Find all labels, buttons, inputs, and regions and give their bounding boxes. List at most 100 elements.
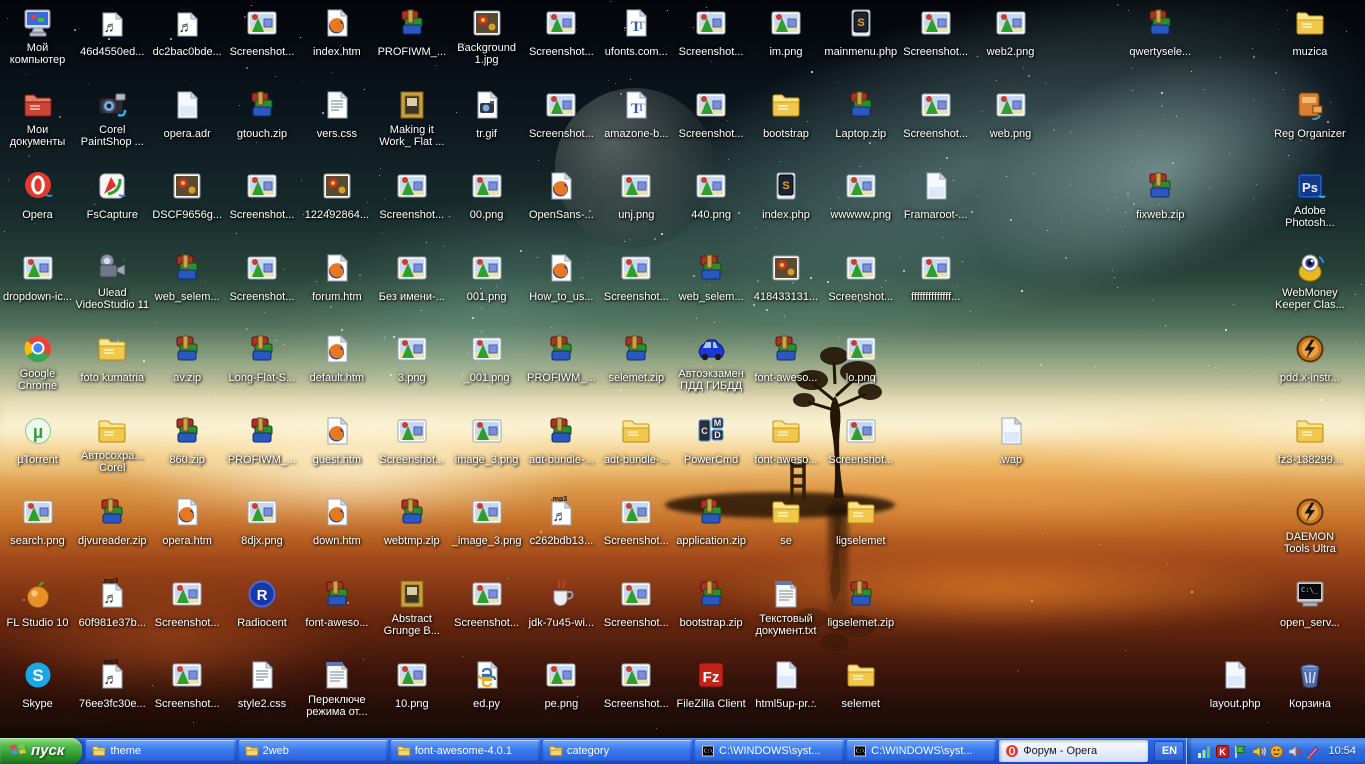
desktop-icon[interactable]: ligselemet.zip <box>823 577 898 656</box>
desktop-icon[interactable]: selemet.zip <box>599 332 674 411</box>
desktop-icon[interactable]: html5up-pr... <box>749 658 824 737</box>
desktop-icon[interactable]: CMDPowerCmd <box>674 414 749 493</box>
desktop-icon[interactable]: DAEMON Tools Ultra <box>1272 495 1347 574</box>
desktop-icon[interactable]: se <box>749 495 824 574</box>
desktop-icon[interactable]: ligselemet <box>823 495 898 574</box>
desktop-icon[interactable]: down.htm <box>299 495 374 574</box>
pen-icon[interactable] <box>1305 744 1320 759</box>
desktop-icon[interactable]: wwwww.png <box>823 169 898 248</box>
desktop-icon[interactable]: Screenshot... <box>823 251 898 330</box>
desktop-icon[interactable]: 001.png <box>449 251 524 330</box>
desktop-icon[interactable]: web_selem... <box>150 251 225 330</box>
start-button[interactable]: пуск <box>0 738 82 764</box>
desktop-icon[interactable]: index.htm <box>299 6 374 85</box>
desktop-icon[interactable]: FzFileZilla Client <box>674 658 749 737</box>
desktop-icon[interactable]: Переключе режима от... <box>299 658 374 737</box>
desktop-icon[interactable]: foto kumatria <box>75 332 150 411</box>
desktop-icon[interactable]: Framaroot-... <box>898 169 973 248</box>
desktop-icon[interactable]: web_selem... <box>674 251 749 330</box>
desktop-icon[interactable]: Screenshot... <box>898 6 973 85</box>
desktop-icon[interactable]: How_to_us... <box>524 251 599 330</box>
desktop-icon[interactable]: PROFIWM_... <box>374 6 449 85</box>
desktop-icon[interactable]: djvureader.zip <box>75 495 150 574</box>
desktop-icon[interactable]: adt-bundle-... <box>599 414 674 493</box>
desktop-icon[interactable]: 860.zip <box>150 414 225 493</box>
desktop-icon[interactable]: fixweb.zip <box>1123 169 1198 248</box>
taskbar-task-button[interactable]: C:\C:\WINDOWS\syst... <box>847 740 996 762</box>
desktop-icon[interactable]: Screenshot... <box>599 658 674 737</box>
desktop-icon[interactable]: Screenshot... <box>674 88 749 167</box>
desktop-icon[interactable]: default.htm <box>299 332 374 411</box>
desktop-icon[interactable]: 440.png <box>674 169 749 248</box>
desktop-icon[interactable]: forum.htm <box>299 251 374 330</box>
signal-bars-icon[interactable] <box>1197 744 1212 759</box>
desktop-icon[interactable]: web.png <box>973 88 1048 167</box>
desktop-icon[interactable]: Screenshot... <box>674 6 749 85</box>
desktop-icon[interactable]: unj.png <box>599 169 674 248</box>
desktop-icon[interactable]: Screenshot... <box>225 6 300 85</box>
desktop-icon[interactable]: application.zip <box>674 495 749 574</box>
desktop-icon[interactable]: bootstrap.zip <box>674 577 749 656</box>
desktop-icon[interactable]: fz3-138299... <box>1272 414 1347 493</box>
desktop-icon[interactable]: search.png <box>0 495 75 574</box>
desktop-icon[interactable]: Corel PaintShop ... <box>75 88 150 167</box>
desktop-icon[interactable]: Screenshot... <box>449 577 524 656</box>
desktop-icon[interactable]: _image_3.png <box>449 495 524 574</box>
desktop-icon[interactable]: 10.png <box>374 658 449 737</box>
desktop-icon[interactable]: OpenSans-... <box>524 169 599 248</box>
mute-icon[interactable] <box>1287 744 1302 759</box>
desktop-icon[interactable]: FsCapture <box>75 169 150 248</box>
desktop-icon[interactable]: Screenshot... <box>374 169 449 248</box>
desktop-icon[interactable]: font-aweso... <box>299 577 374 656</box>
desktop-icon[interactable]: lo.png <box>823 332 898 411</box>
desktop-icon[interactable]: Laptop.zip <box>823 88 898 167</box>
desktop-icon[interactable]: opera.htm <box>150 495 225 574</box>
desktop-icon[interactable]: bootstrap <box>749 88 824 167</box>
volume-icon[interactable] <box>1251 744 1266 759</box>
desktop-icon[interactable]: selemet <box>823 658 898 737</box>
desktop-icon[interactable]: adt-bundle-... <box>524 414 599 493</box>
desktop-icon[interactable]: ed.py <box>449 658 524 737</box>
desktop-icon[interactable]: Long-Flat-S... <box>225 332 300 411</box>
desktop-icon[interactable]: ffffffffffffff... <box>898 251 973 330</box>
desktop-icon[interactable]: .wap <box>973 414 1048 493</box>
clock[interactable]: 10:54 <box>1328 745 1356 757</box>
desktop-icon[interactable]: FL Studio 10 <box>0 577 75 656</box>
desktop-icon[interactable]: pdd.x-instr... <box>1272 332 1347 411</box>
desktop-icon[interactable]: Making it Work_ Flat ... <box>374 88 449 167</box>
taskbar-task-button[interactable]: font-awesome-4.0.1 <box>391 740 540 762</box>
desktop-icon[interactable]: style2.css <box>225 658 300 737</box>
desktop-icon[interactable]: µµTorrent <box>0 414 75 493</box>
desktop-icon[interactable]: Ulead VideoStudio 11 <box>75 251 150 330</box>
desktop-icon[interactable]: .mp3♬60f981e37b... <box>75 577 150 656</box>
desktop-icon[interactable]: Мои документы <box>0 88 75 167</box>
desktop-icon[interactable]: qwertysele... <box>1123 6 1198 85</box>
desktop-icon[interactable]: Текстовый документ.txt <box>749 577 824 656</box>
desktop-icon[interactable]: 3.png <box>374 332 449 411</box>
taskbar-task-button[interactable]: 2web <box>239 740 388 762</box>
desktop-icon[interactable]: web2.png <box>973 6 1048 85</box>
desktop-icon[interactable]: opera.adr <box>150 88 225 167</box>
desktop-icon[interactable]: _001.png <box>449 332 524 411</box>
desktop-icon[interactable]: vers.css <box>299 88 374 167</box>
desktop-icon[interactable]: font-aweso... <box>749 414 824 493</box>
desktop-icon[interactable]: DSCF9656g... <box>150 169 225 248</box>
desktop-icon[interactable]: Screenshot... <box>150 658 225 737</box>
desktop-icon[interactable]: image_3.png <box>449 414 524 493</box>
desktop-icon[interactable]: Screenshot... <box>599 577 674 656</box>
desktop-icon[interactable]: Автосохра... Corel <box>75 414 150 493</box>
desktop-icon[interactable]: Автоэкзамен ПДД ГИБДД <box>674 332 749 411</box>
taskbar-task-button[interactable]: Форум - Opera <box>999 740 1148 762</box>
desktop-icon[interactable]: TTamazone-b... <box>599 88 674 167</box>
desktop-icon[interactable]: Reg Organizer <box>1272 88 1347 167</box>
language-indicator[interactable]: EN <box>1154 741 1184 761</box>
desktop-icon[interactable]: Screenshot... <box>524 88 599 167</box>
desktop-icon[interactable]: .mp3♬c262bdb13... <box>524 495 599 574</box>
desktop[interactable]: Мой компьютер.mp3♬46d4550ed....mp3♬dc2ba… <box>0 0 1365 738</box>
desktop-icon[interactable]: PROFIWM_... <box>524 332 599 411</box>
desktop-icon[interactable]: tr.gif <box>449 88 524 167</box>
desktop-icon[interactable]: Opera <box>0 169 75 248</box>
taskbar-task-button[interactable]: C:\C:\WINDOWS\syst... <box>695 740 844 762</box>
desktop-icon[interactable]: Screenshot... <box>823 414 898 493</box>
desktop-icon[interactable]: 8djx.png <box>225 495 300 574</box>
